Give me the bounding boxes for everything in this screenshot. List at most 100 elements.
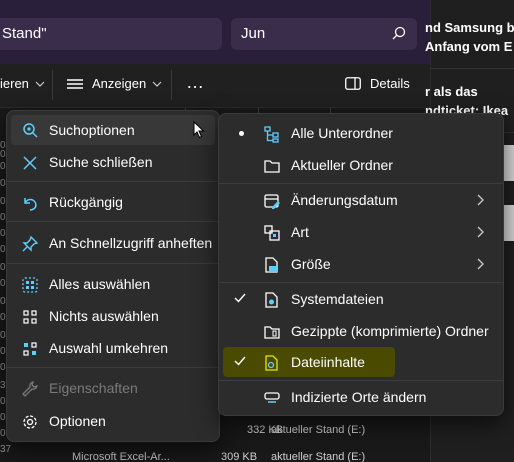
gear-icon (23, 415, 37, 429)
search-icon[interactable] (391, 24, 407, 42)
menu-item-invert-selection[interactable]: Auswahl umkehren (11, 333, 215, 363)
search-options-submenu: Alle Unterordner Aktueller Ordner Änderu… (218, 113, 504, 416)
index-locations-icon (264, 392, 280, 403)
chevron-right-icon (477, 194, 484, 206)
menu-item-label: Änderungsdatum (291, 192, 398, 208)
menu-item-label: Systemdateien (291, 291, 384, 307)
checkmark-icon (234, 293, 246, 303)
menu-item-system-files[interactable]: Systemdateien (223, 284, 499, 314)
select-all-icon (22, 277, 38, 293)
file-location: aktueller Stand (E:) (271, 424, 366, 436)
menu-item-current-folder[interactable]: Aktueller Ordner (223, 150, 499, 180)
file-size: 309 KB (221, 451, 258, 462)
view-button[interactable]: Anzeigen (66, 76, 162, 91)
chevron-right-icon (477, 258, 484, 270)
news-divider (430, 68, 514, 69)
type-icon (264, 225, 280, 241)
mouse-cursor-icon (193, 121, 205, 139)
menu-item-select-none[interactable]: Nichts auswählen (11, 301, 215, 331)
menu-item-label: Auswahl umkehren (49, 340, 169, 356)
details-label: Details (370, 76, 410, 91)
view-label: Anzeigen (92, 76, 147, 91)
menu-item-close-search[interactable]: Suche schließen (11, 147, 215, 177)
news-item-line[interactable]: nd Samsung b (425, 20, 514, 35)
menu-separator (219, 380, 503, 381)
view-icon (67, 78, 83, 89)
chevron-down-icon (35, 81, 45, 87)
command-bar: ieren Anzeigen … Details (0, 64, 430, 108)
details-pane-icon (345, 77, 361, 90)
menu-item-label: Suche schließen (49, 154, 153, 170)
menu-item-change-indexed-locations[interactable]: Indizierte Orte ändern (223, 382, 499, 412)
menu-item-search-options[interactable]: Suchoptionen (11, 115, 215, 145)
menu-item-label: Dateiinhalte (291, 354, 365, 370)
menu-item-label: An Schnellzugriff anheften (49, 235, 213, 251)
zip-folder-icon (264, 326, 280, 339)
file-name: Microsoft Excel-Ar... (72, 451, 170, 462)
menu-separator (219, 183, 503, 184)
menu-item-label: Suchoptionen (49, 122, 135, 138)
menu-item-label: Indizierte Orte ändern (291, 389, 427, 405)
pin-icon (22, 235, 39, 252)
menu-item-label: Rückgängig (49, 194, 123, 210)
menu-item-all-subfolders[interactable]: Alle Unterordner (223, 118, 499, 148)
menu-item-date-modified[interactable]: Änderungsdatum (223, 185, 499, 215)
menu-item-label: Art (291, 224, 309, 240)
menu-separator (219, 282, 503, 283)
menu-item-pin-quick-access[interactable]: An Schnellzugriff anheften (11, 228, 215, 258)
invert-selection-icon (23, 342, 37, 356)
search-options-icon (23, 123, 38, 138)
subfolders-icon (264, 126, 279, 143)
menu-item-undo[interactable]: Rückgängig (11, 187, 215, 217)
undo-icon (24, 198, 37, 211)
search-input[interactable]: Jun (231, 18, 417, 50)
menu-item-label: Aktueller Ordner (291, 157, 393, 173)
menu-item-label: Gezippte (komprimierte) Ordner (291, 323, 489, 339)
news-item-line[interactable]: r als das (425, 84, 478, 99)
title-bar: Stand" Jun (0, 0, 430, 64)
details-button[interactable]: Details (345, 76, 410, 91)
chevron-right-icon (477, 226, 484, 238)
toolbar-divider (52, 70, 53, 100)
file-location: aktueller Stand (E:) (271, 451, 366, 462)
selected-dot-icon (239, 131, 244, 136)
menu-item-label: Nichts auswählen (49, 308, 159, 324)
wrench-icon (22, 381, 38, 397)
menu-item-select-all[interactable]: Alles auswählen (11, 269, 215, 299)
menu-item-zipped-folders[interactable]: Gezippte (komprimierte) Ordner (223, 316, 499, 346)
size-icon (265, 257, 278, 273)
menu-item-type[interactable]: Art (223, 217, 499, 247)
menu-separator (7, 367, 219, 368)
more-options-menu: Suchoptionen Suche schließen Rückgängig … (6, 110, 220, 442)
menu-item-properties: Eigenschaften (11, 373, 215, 403)
menu-item-file-contents[interactable]: Dateiinhalte (223, 347, 395, 377)
system-file-icon (265, 292, 278, 308)
menu-item-label: Optionen (49, 413, 106, 429)
toolbar-divider (171, 70, 172, 100)
menu-separator (7, 181, 219, 182)
file-search-icon (265, 355, 278, 371)
address-bar[interactable]: Stand" (0, 18, 222, 50)
sort-button[interactable]: ieren (0, 76, 45, 91)
news-item-line[interactable]: Anfang vom E (425, 39, 512, 54)
row-fragment: 37 (0, 444, 12, 455)
menu-item-label: Alles auswählen (49, 276, 151, 292)
search-value: Jun (241, 25, 266, 42)
menu-item-size[interactable]: Größe (223, 249, 499, 279)
checkmark-icon (234, 356, 246, 366)
chevron-down-icon (152, 81, 162, 87)
menu-separator (7, 263, 219, 264)
menu-item-label: Größe (291, 256, 331, 272)
calendar-edit-icon (264, 194, 280, 209)
menu-item-label: Eigenschaften (49, 380, 138, 396)
close-icon (23, 156, 37, 170)
more-options-button[interactable]: … (186, 72, 205, 93)
select-none-icon (23, 310, 37, 324)
menu-separator (7, 221, 219, 222)
folder-icon (264, 160, 280, 173)
address-text: Stand" (2, 25, 47, 42)
menu-item-options[interactable]: Optionen (11, 406, 215, 436)
sort-label: ieren (0, 76, 29, 91)
menu-item-label: Alle Unterordner (291, 125, 393, 141)
more-label: … (186, 72, 205, 92)
